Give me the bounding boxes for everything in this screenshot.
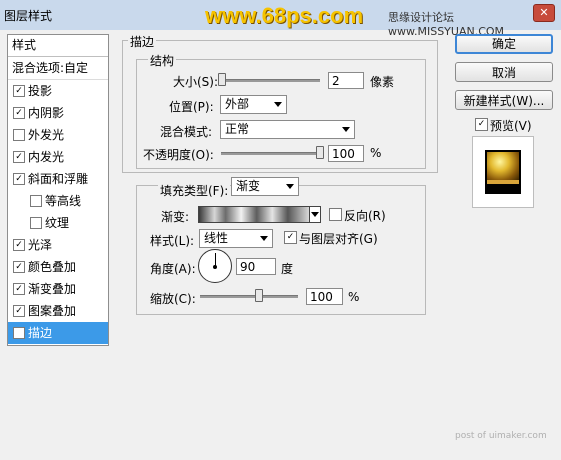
preview-band bbox=[487, 180, 519, 184]
blending-options-item[interactable]: 混合选项:自定 bbox=[8, 57, 108, 80]
gradient-overlay-checkbox[interactable]: ✓ bbox=[13, 283, 25, 295]
ok-button[interactable]: 确定 bbox=[455, 34, 553, 54]
fill-type-value: 渐变 bbox=[236, 179, 261, 193]
style-item-label: 斜面和浮雕 bbox=[28, 172, 89, 186]
structure-title: 结构 bbox=[148, 52, 177, 69]
opacity-input[interactable]: 100 bbox=[328, 145, 364, 162]
inner-shadow-checkbox[interactable]: ✓ bbox=[13, 107, 25, 119]
style-item-label: 渐变叠加 bbox=[28, 282, 77, 296]
drop-shadow-checkbox[interactable]: ✓ bbox=[13, 85, 25, 97]
contour-checkbox[interactable] bbox=[30, 195, 42, 207]
style-item-drop-shadow[interactable]: ✓ 投影 bbox=[8, 80, 108, 102]
scale-label: 缩放(C): bbox=[150, 292, 196, 306]
style-item-inner-glow[interactable]: ✓ 内发光 bbox=[8, 146, 108, 168]
stroke-checkbox[interactable]: ✓ bbox=[13, 327, 25, 339]
align-with-layer-label: 与图层对齐(G) bbox=[299, 232, 378, 246]
style-item-contour[interactable]: 等高线 bbox=[8, 190, 108, 212]
opacity-slider-thumb[interactable] bbox=[316, 146, 324, 159]
style-item-pattern-overlay[interactable]: ✓ 图案叠加 bbox=[8, 300, 108, 322]
style-list-header[interactable]: 样式 bbox=[8, 35, 108, 57]
reverse-label: 反向(R) bbox=[344, 209, 386, 223]
size-label: 大小(S): bbox=[173, 75, 219, 89]
chevron-down-icon bbox=[286, 184, 294, 189]
angle-input[interactable]: 90 bbox=[236, 258, 276, 275]
scale-slider-thumb[interactable] bbox=[254, 289, 263, 302]
style-value: 线性 bbox=[204, 231, 229, 245]
style-item-label: 投影 bbox=[28, 84, 53, 98]
preview-gold-fill bbox=[487, 152, 519, 180]
style-list: 样式 混合选项:自定 ✓ 投影 ✓ 内阴影 外发光 ✓ 内发光 ✓ 斜面和浮雕 等高线 … bbox=[7, 34, 109, 346]
style-label: 样式(L): bbox=[150, 234, 195, 248]
style-item-label: 外发光 bbox=[28, 128, 65, 142]
size-slider-thumb[interactable] bbox=[217, 73, 226, 86]
chevron-down-icon bbox=[342, 127, 350, 132]
scale-slider-track[interactable] bbox=[200, 295, 298, 298]
fill-type-label: 填充类型(F): bbox=[158, 182, 231, 199]
style-item-satin[interactable]: ✓ 光泽 bbox=[8, 234, 108, 256]
pattern-overlay-checkbox[interactable]: ✓ bbox=[13, 305, 25, 317]
position-select[interactable]: 外部 bbox=[220, 95, 287, 114]
style-item-outer-glow[interactable]: 外发光 bbox=[8, 124, 108, 146]
close-button[interactable]: ✕ bbox=[533, 4, 555, 22]
chevron-down-icon bbox=[260, 236, 268, 241]
chevron-down-icon bbox=[311, 212, 319, 217]
style-item-label: 内阴影 bbox=[28, 106, 65, 120]
satin-checkbox[interactable]: ✓ bbox=[13, 239, 25, 251]
style-item-stroke[interactable]: ✓ 描边 bbox=[8, 322, 108, 344]
blend-mode-label: 混合模式: bbox=[160, 125, 213, 139]
chevron-down-icon bbox=[274, 102, 282, 107]
bevel-emboss-checkbox[interactable]: ✓ bbox=[13, 173, 25, 185]
title-bar: 图层样式 www.68ps.com 思缘设计论坛 www.MISSYUAN.CO… bbox=[0, 0, 561, 38]
preview-checkbox[interactable]: ✓ bbox=[475, 118, 488, 131]
fill-type-select[interactable]: 渐变 bbox=[231, 177, 299, 196]
reverse-checkbox[interactable] bbox=[329, 208, 342, 221]
gradient-label: 渐变: bbox=[161, 210, 190, 224]
style-item-gradient-overlay[interactable]: ✓ 渐变叠加 bbox=[8, 278, 108, 300]
gradient-dropdown[interactable] bbox=[309, 206, 321, 223]
size-unit: 像素 bbox=[370, 75, 395, 89]
size-input[interactable]: 2 bbox=[328, 72, 364, 89]
watermark-bottom: post of uimaker.com bbox=[455, 431, 547, 441]
style-preview-thumbnail bbox=[472, 136, 534, 208]
style-item-bevel-emboss[interactable]: ✓ 斜面和浮雕 bbox=[8, 168, 108, 190]
style-item-label: 图案叠加 bbox=[28, 304, 77, 318]
opacity-slider-track[interactable] bbox=[221, 152, 320, 155]
opacity-label: 不透明度(O): bbox=[143, 148, 214, 162]
section-title: 描边 bbox=[128, 33, 157, 50]
angle-unit: 度 bbox=[281, 262, 294, 276]
size-slider-track[interactable] bbox=[221, 79, 320, 82]
style-select[interactable]: 线性 bbox=[199, 229, 273, 248]
texture-checkbox[interactable] bbox=[30, 217, 42, 229]
align-with-layer-checkbox[interactable]: ✓ bbox=[284, 231, 297, 244]
style-item-label: 描边 bbox=[28, 326, 53, 340]
style-item-texture[interactable]: 纹理 bbox=[8, 212, 108, 234]
style-item-label: 内发光 bbox=[28, 150, 65, 164]
color-overlay-checkbox[interactable]: ✓ bbox=[13, 261, 25, 273]
position-value: 外部 bbox=[225, 97, 250, 111]
position-label: 位置(P): bbox=[169, 100, 214, 114]
scale-input[interactable]: 100 bbox=[306, 288, 343, 305]
angle-dial-center bbox=[213, 265, 217, 269]
angle-dial[interactable] bbox=[198, 249, 232, 283]
inner-glow-checkbox[interactable]: ✓ bbox=[13, 151, 25, 163]
window-title: 图层样式 bbox=[4, 9, 53, 23]
style-item-label: 纹理 bbox=[45, 216, 70, 230]
scale-unit: % bbox=[348, 290, 360, 304]
style-item-label: 光泽 bbox=[28, 238, 53, 252]
opacity-unit: % bbox=[370, 146, 382, 160]
style-item-color-overlay[interactable]: ✓ 颜色叠加 bbox=[8, 256, 108, 278]
gradient-swatch[interactable] bbox=[198, 206, 311, 223]
angle-label: 角度(A): bbox=[150, 262, 196, 276]
site-banner: www.68ps.com bbox=[205, 3, 364, 28]
style-item-label: 等高线 bbox=[45, 194, 82, 208]
new-style-button[interactable]: 新建样式(W)... bbox=[455, 90, 553, 110]
preview-label: 预览(V) bbox=[490, 119, 532, 133]
cancel-button[interactable]: 取消 bbox=[455, 62, 553, 82]
outer-glow-checkbox[interactable] bbox=[13, 129, 25, 141]
blend-mode-value: 正常 bbox=[225, 122, 250, 136]
style-item-label: 颜色叠加 bbox=[28, 260, 77, 274]
style-item-inner-shadow[interactable]: ✓ 内阴影 bbox=[8, 102, 108, 124]
blend-mode-select[interactable]: 正常 bbox=[220, 120, 355, 139]
